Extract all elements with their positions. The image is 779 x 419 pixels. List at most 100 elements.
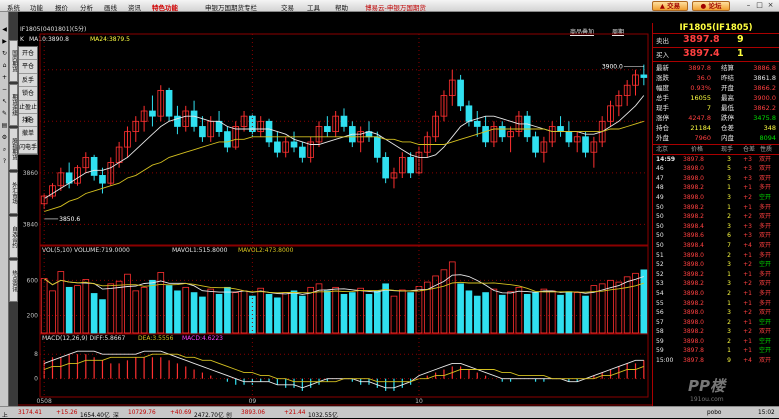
zoom-in-icon[interactable]: +: [1, 74, 8, 81]
trade-menu-item-4[interactable]: 止盈止损: [19, 101, 37, 124]
side-tab-5[interactable]: 热点资讯: [9, 260, 18, 302]
draw-icon[interactable]: ✎: [1, 110, 8, 117]
back-icon[interactable]: ◀: [1, 26, 8, 33]
side-tab-4[interactable]: 自选合约: [9, 216, 18, 258]
quote-panel: IF1805(IF1805) 卖出 3897.8 9 买入 3897.4 1 最…: [652, 23, 779, 406]
tick-row: 52 3898.0 3 +2 空开: [653, 260, 779, 270]
status-item-9: 3893.06: [241, 410, 265, 416]
help-icon[interactable]: ?: [1, 158, 8, 165]
tick-time: 50: [656, 213, 664, 221]
tick-nature: 双开: [759, 174, 772, 182]
candle-body: [265, 120, 273, 143]
tick-row: 58 3898.2 3 +2 双开: [653, 327, 779, 337]
search-icon[interactable]: ⌕: [1, 146, 8, 153]
trade-menu-item-6[interactable]: 撤单: [19, 127, 37, 141]
quote-field-row: 现手 7 最低 3862.2: [653, 103, 779, 113]
menu-item-0[interactable]: 系统: [7, 2, 20, 12]
field-value: 7960: [694, 134, 711, 142]
kline-chart[interactable]: 3900388038603840600200803900.03850.6VOL(…: [18, 32, 652, 406]
volume-bar: [74, 285, 81, 334]
quote-title: IF1805(IF1805): [653, 23, 779, 34]
buy-row[interactable]: 买入 3897.4 1: [653, 48, 779, 62]
tick-oi-change: +3: [743, 165, 752, 173]
menu-item-2[interactable]: 报价: [55, 2, 68, 12]
dif-line: [44, 350, 644, 389]
menu-item-9[interactable]: 工具: [307, 2, 320, 12]
tick-nature: 多开: [759, 251, 772, 259]
tick-list[interactable]: 14:59 3897.8 3 +3 双开 46 3898.0 5 +3 双开 47 3898.0 3 +3…: [653, 155, 779, 366]
menu-item-8[interactable]: 交易: [281, 2, 294, 12]
tick-price: 3898.0: [683, 318, 704, 326]
volume-bar: [140, 286, 148, 334]
candle-body: [382, 156, 389, 179]
cursor-icon[interactable]: ↖: [1, 98, 8, 105]
volume-bar: [448, 261, 456, 334]
candle-body: [457, 79, 464, 107]
trade-menu-item-2[interactable]: 反手: [19, 74, 37, 88]
refresh-icon[interactable]: ↻: [1, 50, 8, 57]
tick-header-cell: 价格: [691, 146, 704, 153]
volume-bar: [490, 288, 498, 334]
forward-icon[interactable]: ▶: [1, 38, 8, 45]
menu-item-5[interactable]: 资讯: [128, 2, 141, 12]
forum-button[interactable]: ● 论坛: [692, 1, 730, 11]
menu-item-7[interactable]: 申银万国期货专栏: [205, 2, 257, 12]
trade-menu-item-5[interactable]: 持仓: [19, 114, 37, 128]
volume-bar: [182, 286, 190, 334]
tick-oi-change: +2: [743, 280, 752, 288]
tick-volume: 2: [727, 289, 731, 297]
field-value: 3861.8: [753, 74, 776, 82]
volume-bar: [349, 292, 356, 334]
zoom-out-icon[interactable]: −: [1, 86, 8, 93]
menu-item-1[interactable]: 功能: [30, 2, 43, 12]
side-tab-3[interactable]: 外汇市场: [9, 172, 18, 214]
tool-strip: ◀ ▶ ↻ ⌂ + − ↖ ✎ ▤ ⚙ ⌕?: [0, 12, 9, 406]
field-label: 昨结: [721, 74, 734, 82]
tick-oi-change: +1: [743, 347, 752, 355]
tick-nature: 多开: [759, 289, 772, 297]
tick-nature: 空开: [759, 337, 772, 345]
volume-bar: [132, 290, 140, 334]
buy-price: 3897.4: [683, 48, 720, 59]
menu-item-6[interactable]: 特色功能: [152, 2, 178, 12]
close-icon[interactable]: ×: [766, 1, 775, 10]
tick-volume: 3: [727, 309, 731, 317]
volume-bar: [257, 287, 265, 334]
home-icon[interactable]: ⌂: [1, 62, 8, 69]
candle-body: [582, 136, 589, 153]
menu-item-4[interactable]: 画线: [104, 2, 117, 12]
status-item-13: 15:02: [758, 410, 775, 416]
menu-item-3[interactable]: 分析: [80, 2, 93, 12]
tick-volume: 2: [727, 213, 731, 221]
volume-bar: [632, 272, 639, 334]
trade-menu-item-7[interactable]: 闪电手: [19, 141, 37, 155]
maximize-icon[interactable]: □: [755, 1, 764, 10]
field-label: 跌停: [721, 114, 734, 122]
dea-label: DEA:3.5556: [138, 335, 174, 342]
print-icon[interactable]: ▤: [1, 122, 8, 129]
tick-volume: 7: [727, 241, 731, 249]
status-item-10: +21.44: [284, 410, 306, 416]
trade-menu-item-0[interactable]: 开仓: [19, 47, 37, 61]
side-tab-1[interactable]: 期货连续: [9, 84, 18, 126]
tick-row: 49 3898.0 3 +2 空开: [653, 193, 779, 203]
sell-row[interactable]: 卖出 3897.8 9: [653, 34, 779, 48]
menu-item-10[interactable]: 帮助: [335, 2, 348, 12]
tick-price: 3898.2: [683, 184, 704, 192]
tick-price: 3898.0: [683, 309, 704, 317]
volume-bar: [199, 296, 206, 334]
field-label: 仓差: [721, 124, 734, 132]
settings-icon[interactable]: ⚙: [1, 134, 8, 141]
trade-menu-item-1[interactable]: 平仓: [19, 60, 37, 74]
side-tab-0[interactable]: 国内期货: [9, 40, 18, 82]
trade-menu-item-3[interactable]: 锁仓: [19, 87, 37, 101]
volume-bar: [465, 290, 473, 334]
volume-bar: [373, 290, 381, 334]
macd-tick-label: 8: [34, 351, 38, 358]
minimize-icon[interactable]: –: [744, 1, 753, 10]
tick-oi-change: +2: [743, 213, 752, 221]
tick-time: 52: [656, 261, 664, 269]
tick-time: 50: [656, 203, 664, 211]
trade-button[interactable]: ▲ 交易: [652, 1, 688, 11]
side-tab-2[interactable]: 股指期货: [9, 128, 18, 170]
